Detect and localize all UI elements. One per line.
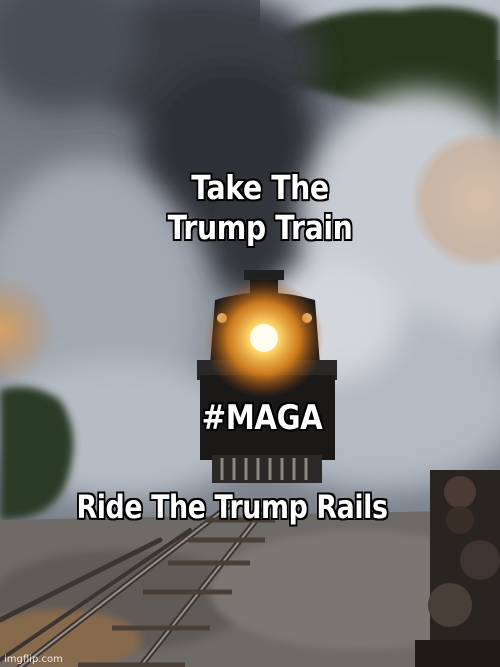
top-caption-line-2: Trump Train bbox=[167, 208, 353, 247]
watermark: imgflip.com bbox=[4, 654, 63, 665]
meme-image: Take The Trump Train #MAGA Ride The Trum… bbox=[0, 0, 500, 667]
top-caption: Take The Trump Train bbox=[45, 168, 475, 248]
middle-caption: #MAGA bbox=[201, 398, 323, 438]
train-scene-illustration bbox=[0, 0, 500, 667]
top-caption-line-1: Take The bbox=[191, 168, 329, 207]
bottom-caption: Ride The Trump Rails bbox=[76, 488, 388, 526]
